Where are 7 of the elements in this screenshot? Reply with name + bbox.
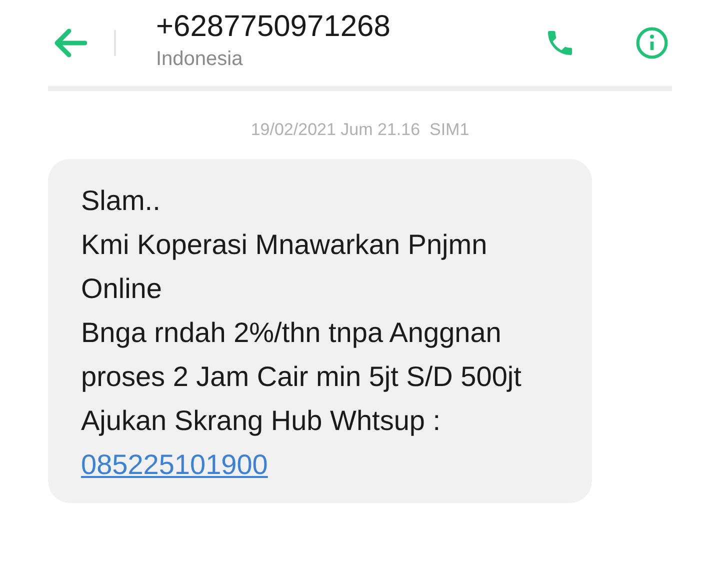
message-timestamp: 19/02/2021 Jum 21.16 SIM1 <box>250 119 470 141</box>
contact-country: Indonesia <box>156 47 244 72</box>
phone-link[interactable]: 085225101900 <box>81 448 268 480</box>
back-arrow-icon <box>53 28 87 58</box>
message-text: Slam.. Kmi Koperasi Mnawarkan Pnjmn Online Bnga rndah 2%/thn tnpa Anggnan proses 2 Jam Cair min 5jt S/D 500jt Ajukan Skrang Hub Whtsup : 085225101900 <box>81 184 522 482</box>
contact-number: +6287750971268 <box>156 9 392 45</box>
info-icon <box>635 26 669 60</box>
